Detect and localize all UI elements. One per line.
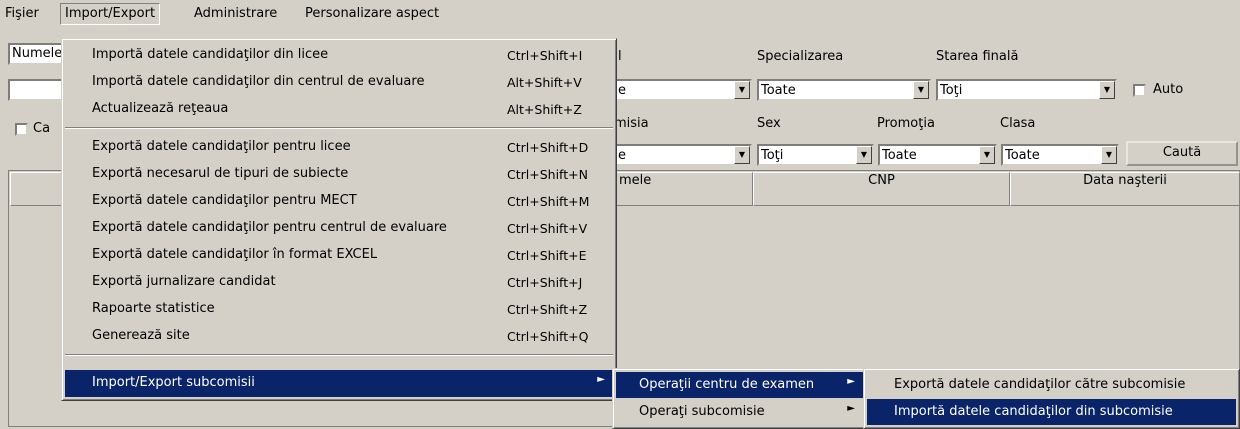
menu-item-label: Exportă jurnalizare candidat <box>92 274 276 289</box>
menu-fisier[interactable]: Fişier <box>2 5 42 23</box>
menu-item-label: Operaţi subcomisie <box>639 404 765 419</box>
chevron-down-icon: ▼ <box>913 81 929 99</box>
menu-item-export-licee[interactable]: Exportă datele candidaţilor pentru licee… <box>65 134 613 161</box>
auto-checkbox[interactable] <box>1133 84 1146 97</box>
menu-item-label: Generează site <box>92 328 190 343</box>
menu-item-import-din-subcomisie[interactable]: Importă datele candidaţilor din subcomis… <box>867 399 1236 425</box>
menu-item-shortcut: Ctrl+Shift+D <box>507 140 589 155</box>
clasa-label: Clasa <box>1000 116 1036 131</box>
menu-item-label: Exportă datele candidaţilor pentru centr… <box>92 220 447 235</box>
menu-administrare[interactable]: Administrare <box>191 5 280 23</box>
menu-item-label: Importă datele candidaţilor din licee <box>92 47 329 62</box>
grid-header-data-nasterii[interactable]: Data naşterii <box>1010 172 1240 206</box>
promotia-label: Promoţia <box>877 116 935 131</box>
subcomisii-submenu: Operaţii centru de examen ► Operaţi subc… <box>612 368 867 429</box>
truncated-label: l <box>618 49 622 64</box>
menu-personalizare-aspect[interactable]: Personalizare aspect <box>302 5 442 23</box>
menu-item-label: Rapoarte statistice <box>92 301 215 316</box>
centru-examen-submenu: Exportă datele candidaţilor către subcom… <box>863 368 1240 429</box>
menu-item-export-centru-evaluare[interactable]: Exportă datele candidaţilor pentru centr… <box>65 215 613 242</box>
menu-item-shortcut: Ctrl+Shift+M <box>507 194 590 209</box>
menu-separator <box>65 354 613 356</box>
stare-finala-value: Toţi <box>940 83 963 98</box>
menu-item-shortcut: Alt+Shift+V <box>507 75 582 90</box>
chevron-down-icon: ▼ <box>856 146 872 164</box>
submenu-arrow-icon: ► <box>847 376 855 387</box>
menu-item-shortcut: Ctrl+Shift+E <box>507 248 587 263</box>
submenu-arrow-icon: ► <box>597 374 605 385</box>
import-export-menu: Importă datele candidaţilor din licee Ct… <box>61 38 617 401</box>
menu-item-label: Exportă datele candidaţilor pentru licee <box>92 139 351 154</box>
menu-bar: Fişier Import/Export Administrare Person… <box>0 0 1240 26</box>
comisia-label: misia <box>614 116 649 131</box>
comisia-select[interactable]: e ▼ <box>600 144 752 166</box>
menu-item-shortcut: Ctrl+Shift+J <box>507 275 583 290</box>
ca-checkbox[interactable] <box>15 123 28 136</box>
auto-checkbox-label: Auto <box>1153 82 1184 97</box>
promotia-value: Toate <box>882 148 917 163</box>
menu-item-export-excel[interactable]: Exportă datele candidaţilor în format EX… <box>65 242 613 269</box>
chevron-down-icon: ▼ <box>734 146 750 164</box>
menu-item-shortcut: Alt+Shift+Z <box>507 102 582 117</box>
specializare-label: Specializarea <box>757 49 844 64</box>
menu-item-genereaza-site[interactable]: Generează site Ctrl+Shift+Q <box>65 323 613 350</box>
menu-item-shortcut: Ctrl+Shift+I <box>507 48 583 63</box>
menu-item-label: Operaţii centru de examen <box>639 377 815 392</box>
ca-checkbox-label: Ca <box>33 121 51 136</box>
menu-item-export-catre-subcomisie[interactable]: Exportă datele candidaţilor către subcom… <box>867 372 1236 398</box>
name-filter-field[interactable]: Numele <box>8 43 68 65</box>
menu-item-label: Exportă datele candidaţilor pentru MECT <box>92 193 357 208</box>
menu-item-shortcut: Ctrl+Shift+V <box>507 221 588 236</box>
menu-item-label: Exportă datele candidaţilor către subcom… <box>894 377 1186 392</box>
menu-item-label: Import/Export subcomisii <box>92 375 255 390</box>
menu-item-rapoarte-statistice[interactable]: Rapoarte statistice Ctrl+Shift+Z <box>65 296 613 323</box>
stare-finala-label: Starea finală <box>936 49 1019 64</box>
clasa-select[interactable]: Toate ▼ <box>1001 144 1119 166</box>
specializare-select[interactable]: Toate ▼ <box>757 79 931 101</box>
menu-item-export-mect[interactable]: Exportă datele candidaţilor pentru MECT … <box>65 188 613 215</box>
menu-item-label: Actualizează reţeaua <box>92 101 229 116</box>
grid-header-nume[interactable]: mele <box>610 172 753 206</box>
submenu-arrow-icon: ► <box>847 403 855 414</box>
specializare-value: Toate <box>761 83 796 98</box>
menu-item-shortcut: Ctrl+Shift+Z <box>507 302 588 317</box>
menu-item-shortcut: Ctrl+Shift+N <box>507 167 588 182</box>
sex-select[interactable]: Toţi ▼ <box>757 144 874 166</box>
menu-item-label: Importă datele candidaţilor din centrul … <box>92 74 425 89</box>
menu-item-label: Importă datele candidaţilor din subcomis… <box>894 404 1173 419</box>
chevron-down-icon: ▼ <box>1099 81 1115 99</box>
menu-item-label: Exportă datele candidaţilor în format EX… <box>92 247 378 262</box>
grid-header-cnp[interactable]: CNP <box>753 172 1010 206</box>
menu-separator <box>65 127 613 129</box>
menu-item-operatii-subcomisie[interactable]: Operaţi subcomisie ► <box>616 399 863 425</box>
hidden-combo-1-value: e <box>618 83 626 98</box>
chevron-down-icon: ▼ <box>734 81 750 99</box>
chevron-down-icon: ▼ <box>1101 146 1117 164</box>
menu-item-import-licee[interactable]: Importă datele candidaţilor din licee Ct… <box>65 42 613 69</box>
search-button[interactable]: Caută <box>1126 141 1238 166</box>
menu-item-operatii-centru-examen[interactable]: Operaţii centru de examen ► <box>616 372 863 398</box>
hidden-combo-1[interactable]: e ▼ <box>600 79 752 101</box>
comisia-value: e <box>618 148 626 163</box>
clasa-value: Toate <box>1005 148 1040 163</box>
menu-item-actualizeaza-reteaua[interactable]: Actualizează reţeaua Alt+Shift+Z <box>65 96 613 123</box>
second-filter-field[interactable] <box>8 79 68 101</box>
sex-label: Sex <box>757 116 781 131</box>
menu-item-label: Exportă necesarul de tipuri de subiecte <box>92 166 349 181</box>
sex-value: Toţi <box>761 148 784 163</box>
stare-finala-select[interactable]: Toţi ▼ <box>936 79 1117 101</box>
menu-item-shortcut: Ctrl+Shift+Q <box>507 329 589 344</box>
menu-import-export[interactable]: Import/Export <box>60 3 161 25</box>
menu-item-export-jurnalizare[interactable]: Exportă jurnalizare candidat Ctrl+Shift+… <box>65 269 613 296</box>
menu-item-import-centru-evaluare[interactable]: Importă datele candidaţilor din centrul … <box>65 69 613 96</box>
promotia-select[interactable]: Toate ▼ <box>878 144 997 166</box>
chevron-down-icon: ▼ <box>979 146 995 164</box>
menu-item-export-necesar[interactable]: Exportă necesarul de tipuri de subiecte … <box>65 161 613 188</box>
menu-item-import-export-subcomisii[interactable]: Import/Export subcomisii ► <box>65 370 613 397</box>
